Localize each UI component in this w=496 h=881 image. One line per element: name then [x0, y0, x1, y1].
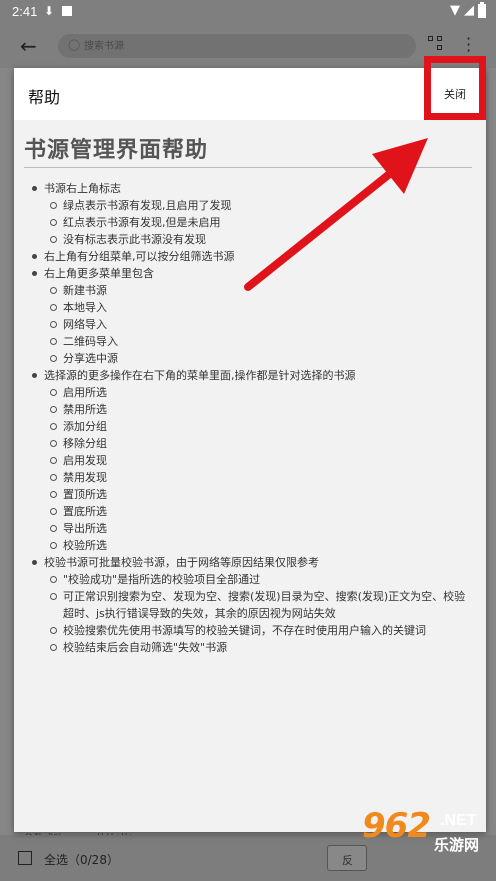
back-arrow-icon[interactable]: ← — [20, 34, 37, 58]
watermark-cn: 乐游网 — [434, 836, 480, 854]
site-watermark: 962 .NET 乐游网 — [362, 806, 492, 876]
help-item: 右上角有分组菜单,可以按分组筛选书源 — [32, 248, 472, 265]
help-subitem: 本地导入 — [32, 299, 472, 316]
dialog-body: 书源管理界面帮助 书源右上角标志 绿点表示书源有发现,且启用了发现 红点表示书源有发… — [14, 120, 486, 832]
help-subitem: 添加分组 — [32, 418, 472, 435]
select-all-checkbox[interactable] — [18, 851, 32, 865]
doc-title: 书源管理界面帮助 — [24, 132, 472, 168]
help-subitem: 移除分组 — [32, 435, 472, 452]
help-subitem: 红点表示书源有发现,但是未启用 — [32, 214, 472, 231]
more-menu-icon[interactable]: · · · — [466, 31, 471, 59]
help-item: 选择源的更多操作在右下角的菜单里面,操作都是针对选择的书源 — [32, 367, 472, 384]
help-subitem: 二维码导入 — [32, 333, 472, 350]
signal-icon: ◢ — [464, 3, 474, 18]
help-subitem: 新建书源 — [32, 282, 472, 299]
group-menu-icon[interactable] — [428, 36, 444, 52]
search-input[interactable] — [84, 37, 384, 55]
dialog-header: 帮助 关闭 — [14, 68, 486, 120]
help-subitem: "校验成功"是指所选的校验项目全部通过 — [32, 571, 472, 588]
help-subitem: 禁用所选 — [32, 401, 472, 418]
help-subitem: 导出所选 — [32, 520, 472, 537]
help-subitem: 校验结束后会自动筛选"失效"书源 — [32, 639, 472, 656]
invert-selection-button[interactable]: 反 — [327, 845, 367, 871]
help-subitem: 分享选中源 — [32, 350, 472, 367]
app-bar: ← ◯ ··· — [0, 24, 496, 68]
image-icon — [62, 6, 72, 16]
wifi-icon: ▼ — [450, 3, 460, 18]
help-subitem: 校验搜索优先使用书源填写的校验关键词，不存在时使用用户输入的关键词 — [32, 622, 472, 639]
close-highlight-box — [424, 56, 486, 120]
help-subitem: 没有标志表示此书源没有发现 — [32, 231, 472, 248]
help-subitem: 启用所选 — [32, 384, 472, 401]
status-time: 2:41 — [12, 4, 38, 19]
watermark-net: .NET — [440, 812, 477, 829]
download-icon: ⬇ — [44, 4, 55, 18]
search-icon: ◯ — [68, 38, 81, 51]
select-all-label: 全选（0/28） — [44, 853, 119, 867]
battery-icon — [478, 2, 486, 18]
help-subitem: 网络导入 — [32, 316, 472, 333]
help-item: 书源右上角标志 — [32, 180, 472, 197]
help-list: 书源右上角标志 绿点表示书源有发现,且启用了发现 红点表示书源有发现,但是未启用 没有… — [32, 180, 472, 656]
help-subitem: 可正常识别搜索为空、发现为空、搜索(发现)目录为空、搜索(发现)正文为空、校验超… — [32, 588, 472, 622]
help-item: 校验书源可批量校验书源，由于网络等原因结果仅限参考 — [32, 554, 472, 571]
dialog-title: 帮助 — [28, 88, 61, 107]
help-item: 右上角更多菜单里包含 — [32, 265, 472, 282]
help-subitem: 校验所选 — [32, 537, 472, 554]
help-dialog: 帮助 关闭 书源管理界面帮助 书源右上角标志 绿点表示书源有发现,且启用了发现 红点… — [14, 68, 486, 832]
status-bar: 2:41 ⬇ ▼ ◢ — [0, 0, 496, 24]
help-subitem: 置顶所选 — [32, 486, 472, 503]
watermark-number: 962 — [362, 806, 431, 846]
help-subitem: 置底所选 — [32, 503, 472, 520]
help-subitem: 禁用发现 — [32, 469, 472, 486]
help-subitem: 启用发现 — [32, 452, 472, 469]
search-box[interactable]: ◯ — [58, 34, 416, 58]
help-subitem: 绿点表示书源有发现,且启用了发现 — [32, 197, 472, 214]
